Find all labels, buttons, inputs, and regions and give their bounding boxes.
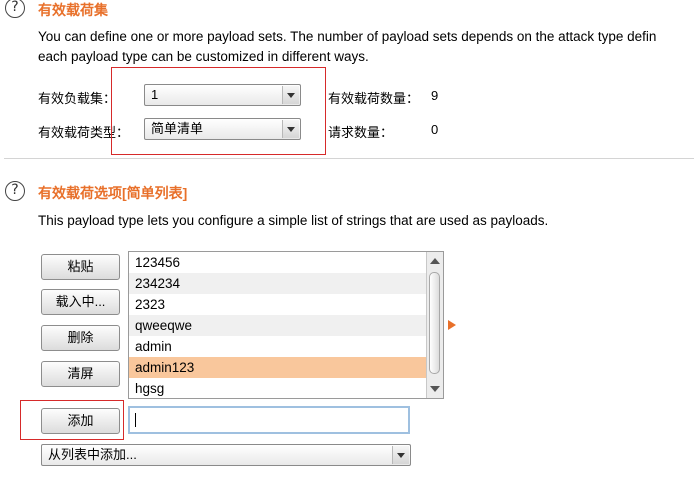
payload-options-description: This payload type lets you configure a s…: [38, 213, 549, 228]
load-button[interactable]: 载入中...: [41, 289, 120, 315]
list-item[interactable]: qweeqwe: [129, 315, 427, 336]
remove-button[interactable]: 删除: [41, 325, 120, 351]
list-item[interactable]: hgsg: [129, 378, 427, 398]
highlight-box-add: [20, 400, 124, 440]
triangle-right-icon[interactable]: [448, 320, 456, 330]
add-from-list-value: 从列表中添加...: [48, 447, 137, 462]
add-item-input[interactable]: [128, 406, 410, 434]
payload-options-title: 有效载荷选项[简单列表]: [38, 185, 188, 201]
text-caret: [135, 413, 136, 427]
payload-set-label: 有效负载集：: [38, 91, 117, 106]
payload-count-value: 9: [431, 88, 439, 103]
scroll-up-icon[interactable]: [430, 258, 440, 264]
list-item-selected[interactable]: admin123: [129, 357, 427, 378]
request-count-label: 请求数量：: [328, 125, 394, 140]
section-divider: [4, 158, 694, 159]
payload-sets-description-2: each payload type can be customized in d…: [38, 49, 369, 64]
highlight-box-payload-set: [111, 67, 326, 155]
list-item[interactable]: admin: [129, 336, 427, 357]
clear-button[interactable]: 清屏: [41, 361, 120, 387]
scroll-down-icon[interactable]: [430, 386, 440, 392]
list-item[interactable]: 123456: [129, 252, 427, 273]
help-icon[interactable]: ?: [5, 181, 25, 201]
help-icon[interactable]: ?: [5, 0, 25, 18]
request-count-value: 0: [431, 122, 439, 137]
payload-sets-title: 有效载荷集: [38, 2, 108, 18]
payload-list[interactable]: 123456 234234 2323 qweeqwe admin admin12…: [128, 251, 444, 399]
list-item[interactable]: 2323: [129, 294, 427, 315]
list-item[interactable]: 234234: [129, 273, 427, 294]
add-from-list-select[interactable]: 从列表中添加...: [41, 444, 411, 466]
payload-sets-description-1: You can define one or more payload sets.…: [38, 29, 657, 44]
list-scrollbar[interactable]: [426, 252, 443, 398]
payload-count-label: 有效载荷数量：: [328, 91, 420, 106]
paste-button[interactable]: 粘贴: [41, 254, 120, 280]
scroll-thumb[interactable]: [429, 272, 440, 374]
chevron-down-icon: [392, 446, 409, 464]
